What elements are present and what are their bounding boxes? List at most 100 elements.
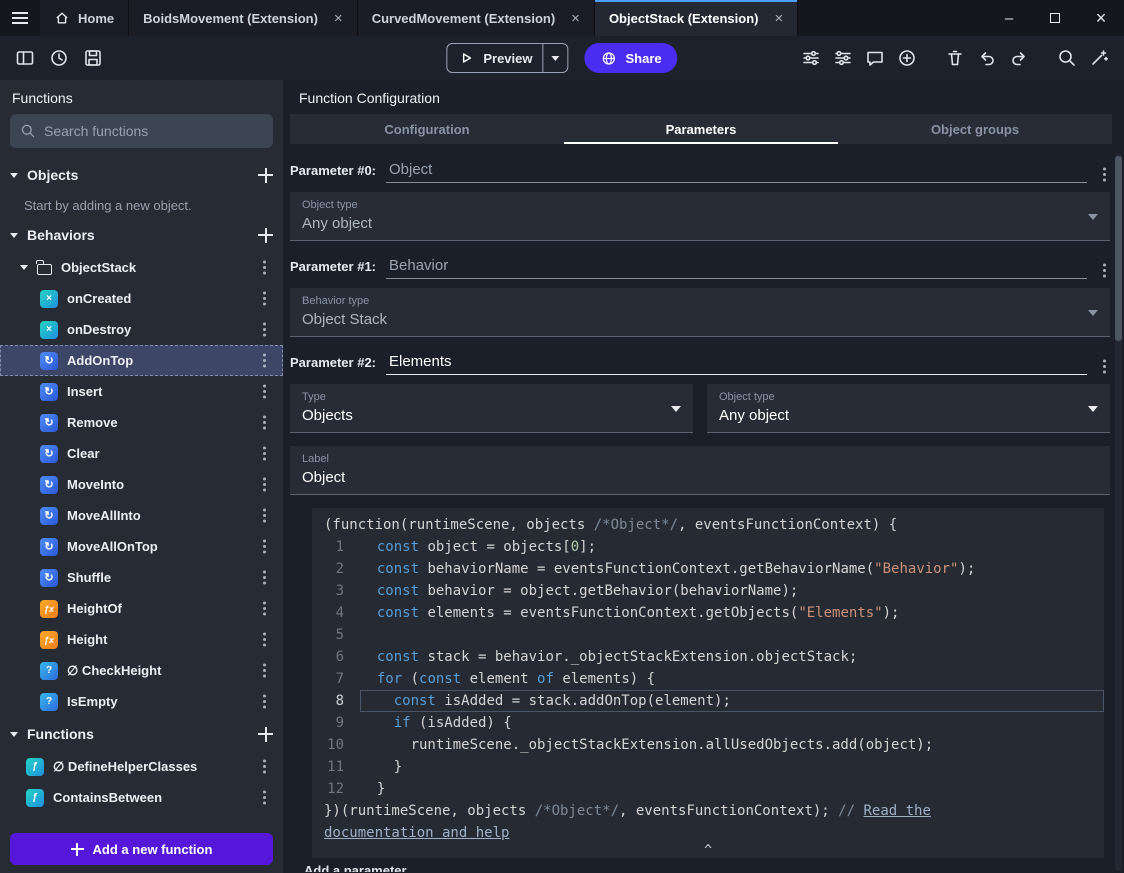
code-line-6[interactable]: 6 const stack = behavior._objectStackExt… bbox=[312, 646, 1104, 668]
tab-curvedmovement[interactable]: CurvedMovement (Extension) × bbox=[357, 0, 595, 36]
tree-item-height[interactable]: ƒx Height bbox=[0, 624, 283, 655]
code-editor[interactable]: (function(runtimeScene, objects /*Object… bbox=[312, 508, 1104, 858]
code-line-8[interactable]: 8 const isAdded = stack.addOnTop(element… bbox=[312, 690, 1104, 712]
kebab-menu-icon[interactable] bbox=[262, 513, 266, 518]
tree-item-moveallontop[interactable]: ↻ MoveAllOnTop bbox=[0, 531, 283, 562]
code-line[interactable]: (function(runtimeScene, objects /*Object… bbox=[312, 514, 1104, 536]
history-icon[interactable] bbox=[44, 43, 74, 73]
tree-item-addontop[interactable]: ↻ AddOnTop bbox=[0, 345, 283, 376]
maximize-button[interactable] bbox=[1032, 0, 1078, 36]
add-parameter-button[interactable]: Add a parameter bbox=[304, 863, 1110, 872]
code-line-11[interactable]: 11 } bbox=[312, 756, 1104, 778]
parameter-0-type-select[interactable]: Object type Any object bbox=[290, 192, 1110, 241]
code-line-9[interactable]: 9 if (isAdded) { bbox=[312, 712, 1104, 734]
tree-item-moveallinto[interactable]: ↻ MoveAllInto bbox=[0, 500, 283, 531]
search-icon[interactable] bbox=[1052, 43, 1082, 73]
parameter-2-object-type-select[interactable]: Object type Any object bbox=[707, 384, 1110, 433]
tree-item-checkheight[interactable]: ? ∅ CheckHeight bbox=[0, 655, 283, 686]
tree-item-moveinto[interactable]: ↻ MoveInto bbox=[0, 469, 283, 500]
scrollbar-thumb[interactable] bbox=[1115, 156, 1122, 341]
chevron-down-icon[interactable] bbox=[10, 232, 18, 238]
tab-boidsmovement[interactable]: BoidsMovement (Extension) × bbox=[129, 0, 358, 36]
chevron-down-icon[interactable] bbox=[20, 265, 28, 270]
tree-item-clear[interactable]: ↻ Clear bbox=[0, 438, 283, 469]
code-line-5[interactable]: 5 bbox=[312, 624, 1104, 646]
feedback-icon[interactable] bbox=[860, 43, 890, 73]
tab-objectstack[interactable]: ObjectStack (Extension) × bbox=[594, 0, 799, 36]
kebab-menu-icon[interactable] bbox=[262, 764, 266, 769]
sliders-icon[interactable] bbox=[796, 43, 826, 73]
magic-wand-icon[interactable] bbox=[1084, 43, 1114, 73]
tree-item-remove[interactable]: ↻ Remove bbox=[0, 407, 283, 438]
close-tab-icon[interactable]: × bbox=[571, 11, 580, 26]
kebab-menu-icon[interactable] bbox=[262, 544, 266, 549]
tree-item-isempty[interactable]: ? IsEmpty bbox=[0, 686, 283, 717]
close-tab-icon[interactable]: × bbox=[334, 11, 343, 26]
kebab-menu-icon[interactable] bbox=[262, 637, 266, 642]
tree-item-ondestroy[interactable]: × onDestroy bbox=[0, 314, 283, 345]
kebab-menu-icon[interactable] bbox=[262, 296, 266, 301]
sliders-alt-icon[interactable] bbox=[828, 43, 858, 73]
tree-item-oncreated[interactable]: × onCreated bbox=[0, 283, 283, 314]
layout-icon[interactable] bbox=[10, 43, 40, 73]
parameter-1-name-input[interactable]: Behavior bbox=[386, 257, 1087, 279]
preview-dropdown-button[interactable] bbox=[544, 44, 568, 72]
tree-item-containsbetween[interactable]: ƒ ContainsBetween bbox=[0, 782, 283, 813]
trash-icon[interactable] bbox=[940, 43, 970, 73]
parameter-1-type-select[interactable]: Behavior type Object Stack bbox=[290, 288, 1110, 337]
minimize-button[interactable]: – bbox=[986, 0, 1032, 36]
parameter-2-label-input[interactable]: Label Object bbox=[290, 446, 1110, 495]
code-line[interactable]: })(runtimeScene, objects /*Object*/, eve… bbox=[312, 800, 1104, 822]
tab-object-groups[interactable]: Object groups bbox=[838, 114, 1112, 144]
editor-scroll-up-icon[interactable]: ^ bbox=[704, 844, 712, 858]
code-line[interactable]: documentation and help bbox=[312, 822, 1104, 844]
add-new-function-button[interactable]: Add a new function bbox=[10, 833, 273, 865]
kebab-menu-icon[interactable] bbox=[262, 265, 266, 270]
tree-section-functions[interactable]: Functions bbox=[0, 717, 283, 751]
tab-home[interactable]: Home bbox=[40, 0, 130, 36]
tree-group-objectstack[interactable]: ObjectStack bbox=[0, 252, 283, 283]
kebab-menu-icon[interactable] bbox=[262, 668, 266, 673]
add-icon[interactable] bbox=[258, 726, 273, 742]
parameter-2-type-select[interactable]: Type Objects bbox=[290, 384, 693, 433]
close-window-button[interactable]: × bbox=[1078, 0, 1124, 36]
kebab-menu-icon[interactable] bbox=[262, 420, 266, 425]
kebab-menu-icon[interactable] bbox=[262, 575, 266, 580]
code-line-7[interactable]: 7 for (const element of elements) { bbox=[312, 668, 1104, 690]
search-functions-input[interactable]: Search functions bbox=[10, 114, 273, 148]
main-menu-button[interactable] bbox=[0, 0, 40, 36]
code-line-12[interactable]: 12 } bbox=[312, 778, 1104, 800]
save-icon[interactable] bbox=[78, 43, 108, 73]
kebab-menu-icon[interactable] bbox=[262, 451, 266, 456]
kebab-menu-icon[interactable] bbox=[262, 327, 266, 332]
kebab-menu-icon[interactable] bbox=[262, 358, 266, 363]
kebab-menu-icon[interactable] bbox=[262, 606, 266, 611]
code-line-1[interactable]: 1 const object = objects[0]; bbox=[312, 536, 1104, 558]
kebab-menu-icon[interactable] bbox=[262, 699, 266, 704]
kebab-menu-icon[interactable] bbox=[1102, 172, 1106, 176]
tab-parameters[interactable]: Parameters bbox=[564, 114, 838, 144]
undo-icon[interactable] bbox=[972, 43, 1002, 73]
add-circle-icon[interactable] bbox=[892, 43, 922, 73]
tree-item-heightof[interactable]: ƒx HeightOf bbox=[0, 593, 283, 624]
redo-icon[interactable] bbox=[1004, 43, 1034, 73]
tree-section-objects[interactable]: Objects bbox=[0, 158, 283, 192]
main-scrollbar[interactable] bbox=[1115, 154, 1122, 871]
code-line-10[interactable]: 10 runtimeScene._objectStackExtension.al… bbox=[312, 734, 1104, 756]
add-icon[interactable] bbox=[258, 167, 273, 183]
tree-section-behaviors[interactable]: Behaviors bbox=[0, 218, 283, 252]
tree-item-insert[interactable]: ↻ Insert bbox=[0, 376, 283, 407]
close-tab-icon[interactable]: × bbox=[774, 11, 783, 26]
kebab-menu-icon[interactable] bbox=[1102, 364, 1106, 368]
add-icon[interactable] bbox=[258, 227, 273, 243]
code-line-3[interactable]: 3 const behavior = object.getBehavior(be… bbox=[312, 580, 1104, 602]
tab-configuration[interactable]: Configuration bbox=[290, 114, 564, 144]
tree-item-definehelperclasses[interactable]: ƒ ∅ DefineHelperClasses bbox=[0, 751, 283, 782]
preview-button[interactable]: Preview bbox=[446, 43, 569, 73]
code-line-4[interactable]: 4 const elements = eventsFunctionContext… bbox=[312, 602, 1104, 624]
kebab-menu-icon[interactable] bbox=[262, 795, 266, 800]
tree-item-shuffle[interactable]: ↻ Shuffle bbox=[0, 562, 283, 593]
share-button[interactable]: Share bbox=[584, 43, 678, 73]
chevron-down-icon[interactable] bbox=[10, 731, 18, 737]
code-line-2[interactable]: 2 const behaviorName = eventsFunctionCon… bbox=[312, 558, 1104, 580]
